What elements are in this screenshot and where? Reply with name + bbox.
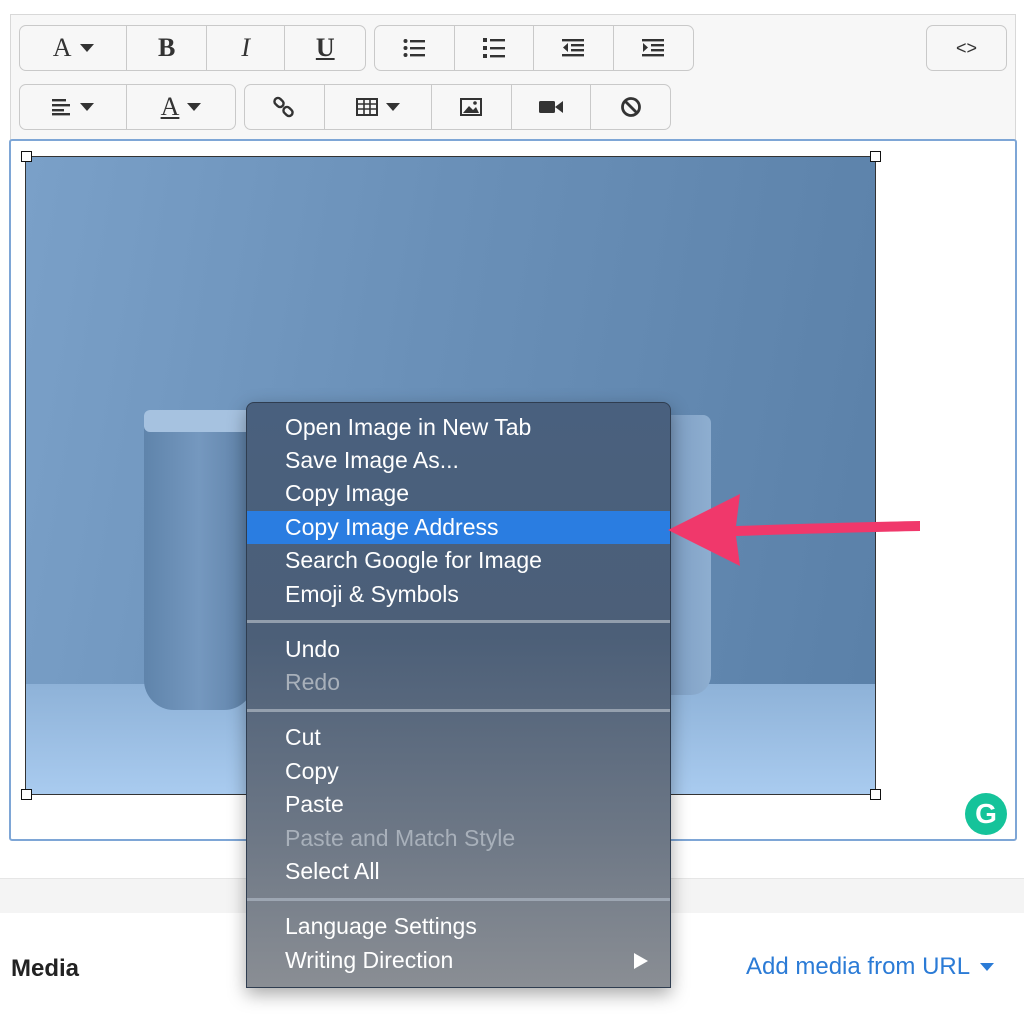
outdent-icon [562,39,585,57]
link-icon [273,96,295,118]
underline-icon: U [315,33,335,62]
unordered-list-button[interactable] [375,26,455,70]
resize-handle-top-left[interactable] [21,151,32,162]
video-camera-icon [539,101,564,113]
menu-item-paste[interactable]: Paste [247,788,670,821]
text-color-icon: A [160,92,180,121]
menu-item-search-google-for-image[interactable]: Search Google for Image [247,544,670,577]
text-format-group: A B I U [19,25,366,71]
resize-handle-top-right[interactable] [870,151,881,162]
menu-item-language-settings[interactable]: Language Settings [247,910,670,943]
indent-button[interactable] [614,26,694,70]
bold-icon: B [157,33,176,62]
underline-button[interactable]: U [285,26,365,70]
text-color-button[interactable]: A [127,85,235,129]
list-group [374,25,694,71]
chevron-down-icon [980,963,995,971]
menu-item-undo[interactable]: Undo [247,633,670,666]
menu-item-copy-image-address[interactable]: Copy Image Address [247,511,670,544]
submenu-arrow-icon [634,952,648,969]
italic-icon: I [241,33,251,62]
align-color-group: A [19,84,236,130]
font-style-button[interactable]: A [20,26,128,70]
chevron-down-icon [79,44,94,52]
menu-item-select-all[interactable]: Select All [247,855,670,888]
no-symbol-icon [620,97,641,117]
image-jar-rim [144,410,254,432]
chevron-down-icon [187,103,202,111]
menu-item-emoji-symbols[interactable]: Emoji & Symbols [247,578,670,611]
menu-item-cut[interactable]: Cut [247,721,670,754]
add-media-from-url-link[interactable]: Add media from URL [746,953,995,981]
numbered-list-icon [482,38,505,58]
outdent-button[interactable] [534,26,614,70]
text-style-icon: A [52,33,72,62]
context-menu: Open Image in New Tab Save Image As... C… [246,402,671,988]
menu-item-writing-direction[interactable]: Writing Direction [247,944,670,977]
ordered-list-button[interactable] [455,26,534,70]
table-button[interactable] [325,85,433,129]
link-button[interactable] [245,85,325,129]
menu-item-open-image-new-tab[interactable]: Open Image in New Tab [247,411,670,444]
image-button[interactable] [432,85,512,129]
html-source-group: <> [926,25,1007,71]
menu-separator [247,898,670,901]
align-left-icon [52,99,70,116]
menu-item-copy-image[interactable]: Copy Image [247,477,670,510]
media-section-label: Media [11,955,80,982]
clear-format-button[interactable] [591,85,670,129]
resize-handle-bottom-left[interactable] [21,789,32,800]
align-button[interactable] [20,85,128,129]
add-media-label: Add media from URL [746,953,971,980]
video-button[interactable] [512,85,592,129]
indent-icon [642,39,665,57]
resize-handle-bottom-right[interactable] [870,789,881,800]
menu-item-save-image-as[interactable]: Save Image As... [247,444,670,477]
top-strip [0,0,1024,14]
html-source-button[interactable]: <> [927,26,1006,70]
menu-item-paste-match-style: Paste and Match Style [285,825,516,851]
grammarly-icon[interactable]: G [965,793,1007,835]
menu-item-writing-direction-label: Writing Direction [285,947,454,973]
chevron-down-icon [385,103,400,111]
code-icon: <> [955,37,978,58]
menu-item-copy[interactable]: Copy [247,755,670,788]
insert-group [244,84,671,130]
menu-separator [247,620,670,623]
annotation-arrow-icon [668,494,920,566]
bullet-list-icon [403,39,426,57]
menu-item-redo: Redo [285,669,340,695]
bold-button[interactable]: B [127,26,207,70]
image-jar [144,410,254,710]
chevron-down-icon [80,103,94,111]
italic-button[interactable]: I [207,26,286,70]
menu-separator [247,709,670,712]
table-icon [355,98,378,116]
image-icon [460,98,483,116]
